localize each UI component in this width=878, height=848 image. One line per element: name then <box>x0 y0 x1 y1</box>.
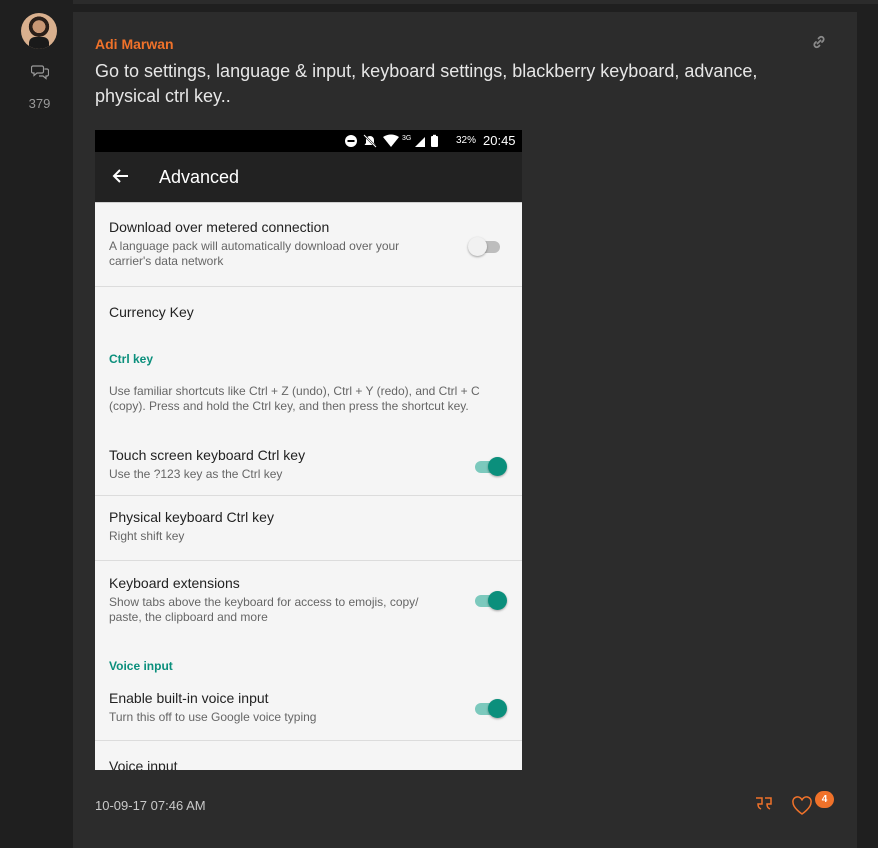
setting-touch-ctrl-key[interactable]: Touch screen keyboard Ctrl key Use the ?… <box>95 438 522 495</box>
permalink-icon[interactable] <box>811 34 827 50</box>
like-count-badge: 4 <box>815 791 834 808</box>
app-bar: Advanced <box>95 152 522 202</box>
status-icons: 3G <box>345 134 438 148</box>
author-name[interactable]: Adi Marwan <box>95 36 174 52</box>
setting-title: Keyboard extensions <box>109 575 240 591</box>
status-clock: 20:45 <box>483 133 516 148</box>
user-avatar[interactable] <box>21 13 57 49</box>
toggle-switch[interactable] <box>475 456 507 478</box>
setting-title: Touch screen keyboard Ctrl key <box>109 447 306 463</box>
setting-summary: Show tabs above the keyboard for access … <box>109 595 419 624</box>
setting-title: Physical keyboard Ctrl key <box>109 509 274 525</box>
chat-bubbles-icon <box>31 65 49 80</box>
setting-voice-input[interactable]: Voice input <box>95 741 522 770</box>
setting-summary: Turn this off to use Google voice typing <box>109 710 317 724</box>
toggle-switch[interactable] <box>475 698 507 720</box>
post-timestamp: 10-09-17 07:46 AM <box>95 798 206 813</box>
setting-title: Currency Key <box>109 304 194 320</box>
setting-title: Enable built-in voice input <box>109 690 269 706</box>
post-count: 379 <box>28 96 51 111</box>
svg-text:3G: 3G <box>402 135 411 142</box>
top-border <box>60 0 878 4</box>
setting-physical-ctrl-key[interactable]: Physical keyboard Ctrl key Right shift k… <box>95 496 522 560</box>
setting-title: Download over metered connection <box>109 219 330 235</box>
back-arrow-icon[interactable] <box>111 166 131 186</box>
ctrl-key-description: Use familiar shortcuts like Ctrl + Z (un… <box>109 384 480 413</box>
quote-icon[interactable] <box>754 796 774 812</box>
setting-keyboard-extensions[interactable]: Keyboard extensions Show tabs above the … <box>95 561 522 641</box>
divider <box>95 202 522 203</box>
setting-download-metered[interactable]: Download over metered connection A langu… <box>95 210 522 286</box>
post-sidebar: 379 <box>0 0 73 848</box>
toggle-switch[interactable] <box>468 236 502 258</box>
setting-summary: Right shift key <box>109 529 185 543</box>
post-body: Adi Marwan Go to settings, language & in… <box>73 12 857 848</box>
post-message: Go to settings, language & input, keyboa… <box>95 61 758 106</box>
setting-currency-key[interactable]: Currency Key <box>95 287 522 339</box>
like-heart-icon[interactable] <box>791 796 813 816</box>
settings-list: Download over metered connection A langu… <box>95 202 522 770</box>
embedded-screenshot[interactable]: 3G 32% 20:45 Advanced Download over mete… <box>95 130 522 770</box>
toggle-switch[interactable] <box>475 590 507 612</box>
section-header-ctrl-key: Ctrl key <box>109 352 154 366</box>
android-status-bar: 3G 32% 20:45 <box>95 130 522 152</box>
setting-enable-voice-input[interactable]: Enable built-in voice input Turn this of… <box>95 678 522 740</box>
setting-summary: A language pack will automatically downl… <box>109 239 400 268</box>
page-title: Advanced <box>159 167 240 187</box>
setting-title: Voice input <box>109 758 178 770</box>
section-header-voice-input: Voice input <box>109 659 173 673</box>
setting-summary: Use the ?123 key as the Ctrl key <box>109 467 283 481</box>
battery-level: 32% <box>456 135 477 146</box>
